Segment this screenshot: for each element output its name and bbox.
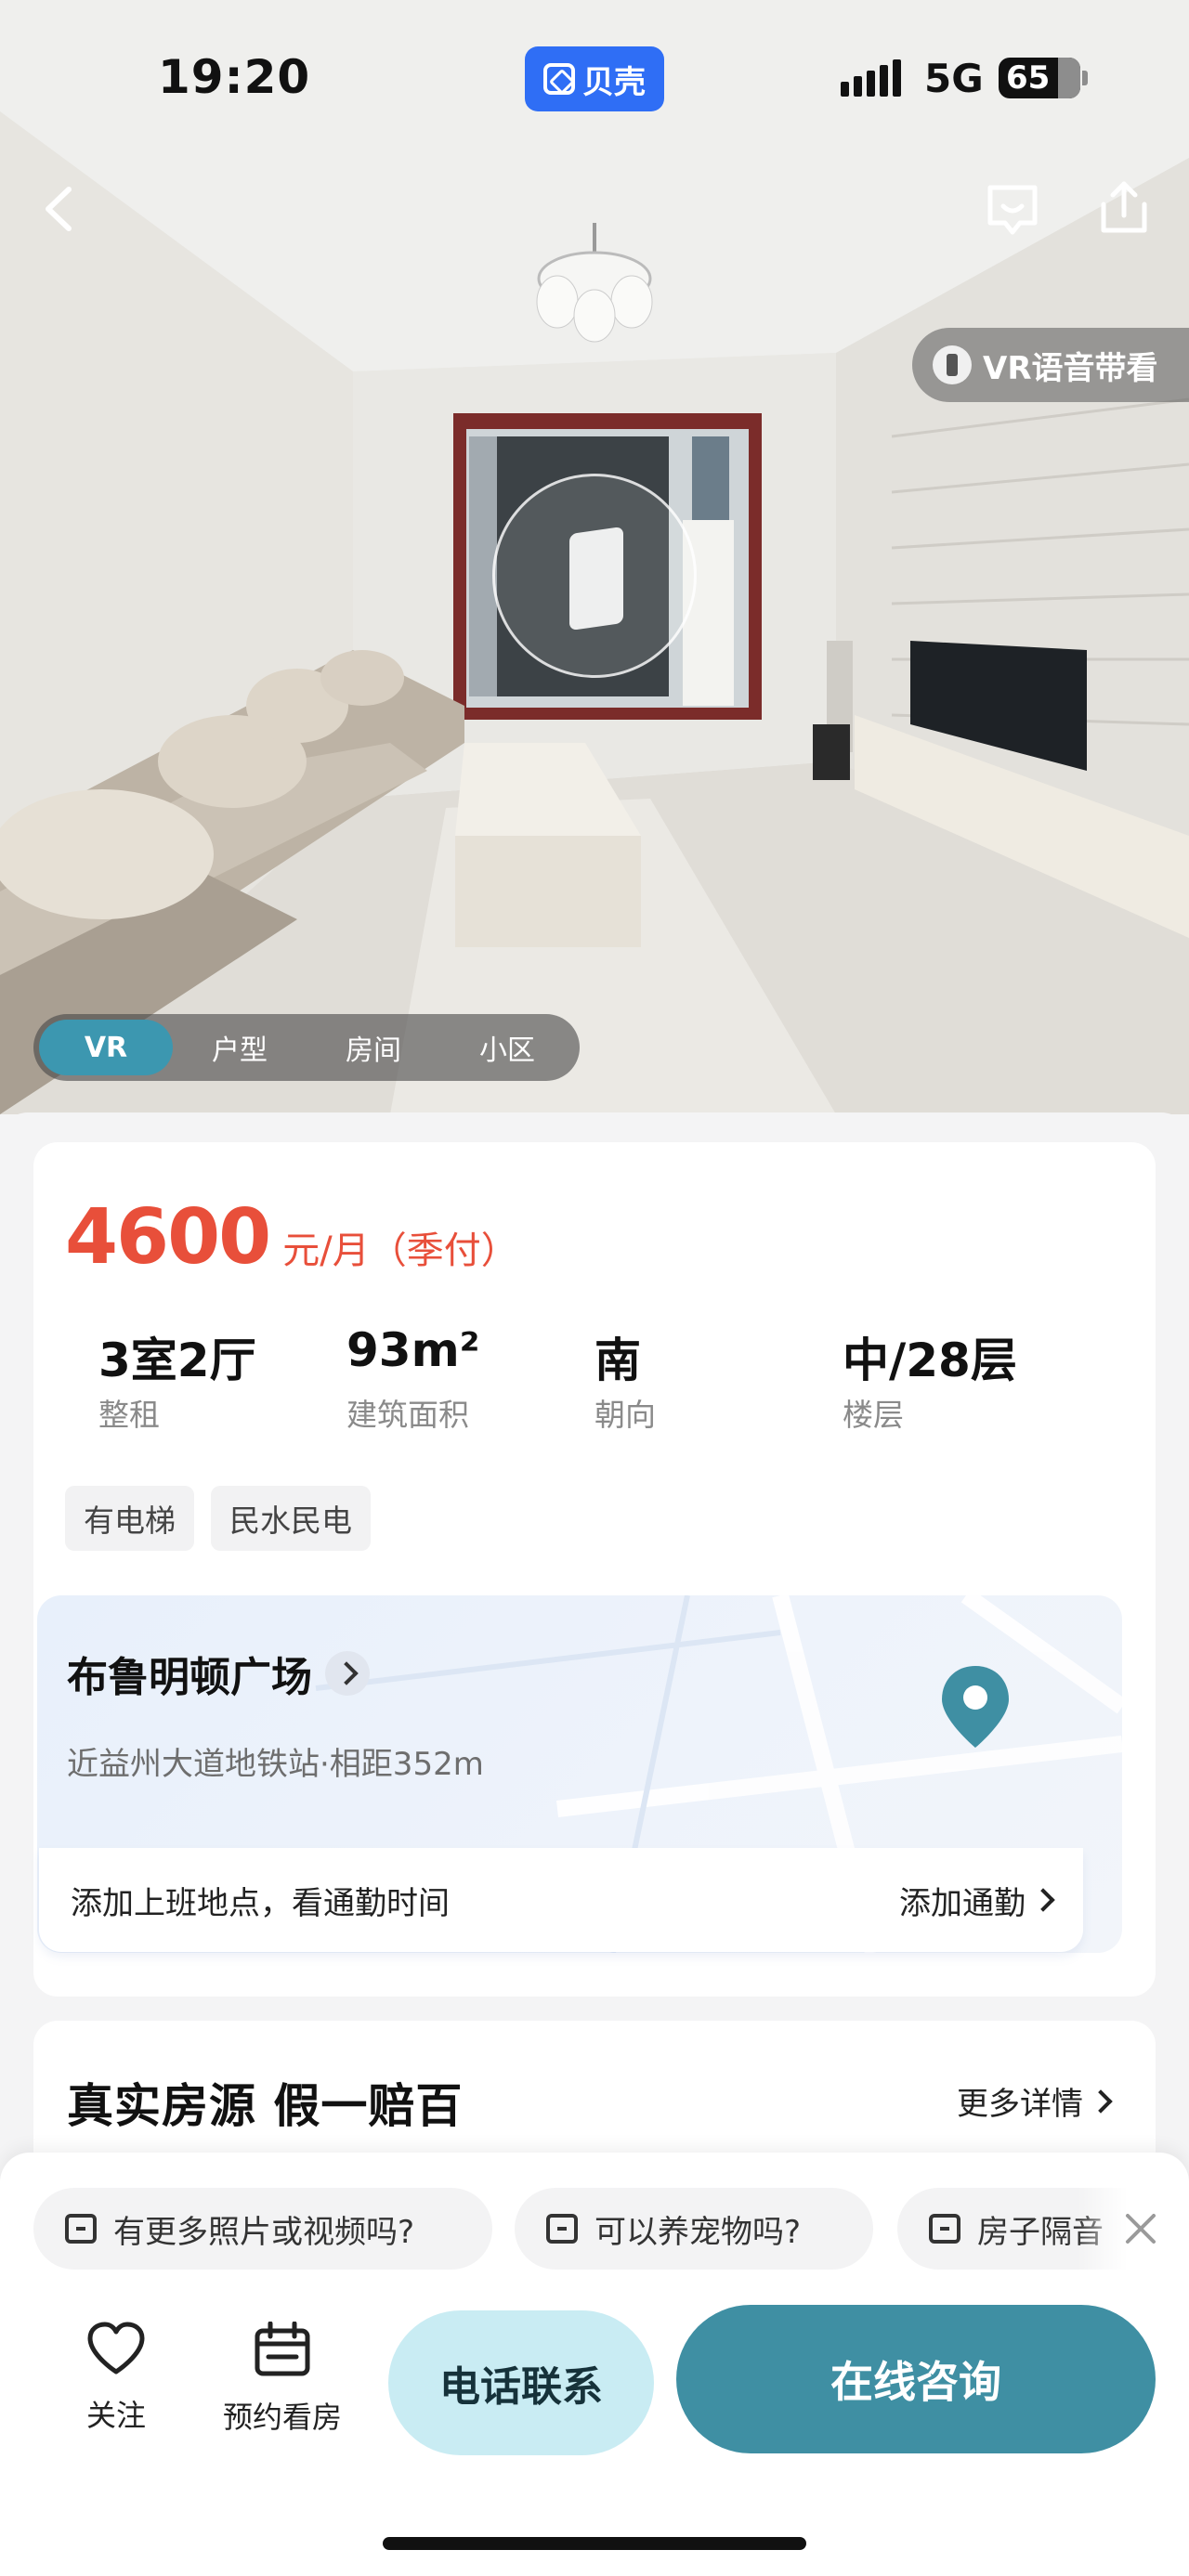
quick-question-chips: 有更多照片或视频吗? 可以养宠物吗? 房子隔音 <box>33 2188 1189 2271</box>
vr-door-icon <box>569 526 623 631</box>
battery-icon: 65 <box>999 58 1080 98</box>
book-viewing-label: 预约看房 <box>222 2400 342 2435</box>
close-icon[interactable] <box>1122 2210 1159 2247</box>
stat-orientation: 南 朝向 <box>594 1323 843 1435</box>
clock: 19:20 <box>158 50 311 104</box>
more-details-label: 更多详情 <box>957 2086 1083 2123</box>
chevron-right-icon <box>325 1651 370 1696</box>
home-indicator <box>383 2537 806 2550</box>
question-text: 有更多照片或视频吗? <box>113 2213 415 2251</box>
stat-label: 整租 <box>98 1397 160 1433</box>
back-arrow-icon[interactable] <box>28 176 93 241</box>
vr-voice-guide-button[interactable]: VR语音带看 <box>912 328 1189 402</box>
chevron-right-icon <box>1031 1888 1055 1912</box>
tab-floorplan[interactable]: 户型 <box>173 1020 307 1075</box>
stat-area: 93m² 建筑面积 <box>346 1323 594 1435</box>
status-bar: 19:20 贝壳 5G 65 <box>0 37 1189 121</box>
message-icon <box>546 2214 578 2244</box>
more-details-link[interactable]: 更多详情 <box>957 2078 1113 2124</box>
message-icon <box>65 2214 97 2244</box>
beike-logo-icon <box>543 63 575 95</box>
share-icon[interactable] <box>1094 176 1154 238</box>
price: 4600 元/月（季付） <box>65 1193 518 1281</box>
heart-icon <box>87 2322 145 2374</box>
vr-photo-hero[interactable]: 19:20 贝壳 5G 65 VR语音带看 VR 户型 房间 小区 <box>0 0 1189 1114</box>
add-commute-label: 添加通勤 <box>899 1884 1026 1922</box>
price-unit: 元/月（季付） <box>282 1229 518 1272</box>
vr-guide-label: VR语音带看 <box>983 349 1158 387</box>
stat-layout: 3室2厅 整租 <box>98 1323 346 1435</box>
feature-tags: 有电梯 民水民电 <box>65 1486 371 1551</box>
tab-community[interactable]: 小区 <box>440 1020 574 1075</box>
question-chip[interactable]: 可以养宠物吗? <box>515 2188 873 2270</box>
map-pin-icon <box>942 1666 1009 1748</box>
online-consult-button[interactable]: 在线咨询 <box>676 2305 1156 2453</box>
follow-button[interactable]: 关注 <box>65 2322 167 2435</box>
stat-value: 中/28层 <box>843 1334 1017 1387</box>
brand-name: 贝壳 <box>582 63 646 101</box>
media-tabs: VR 户型 房间 小区 <box>33 1014 580 1081</box>
stat-value: 南 <box>594 1334 641 1387</box>
vr-enter-button[interactable] <box>492 474 697 678</box>
stat-floor: 中/28层 楼层 <box>843 1323 1091 1435</box>
community-link[interactable]: 布鲁明顿广场 <box>67 1644 370 1703</box>
tag-utilities: 民水民电 <box>211 1486 371 1551</box>
commute-prompt: 添加上班地点，看通勤时间 <box>71 1884 450 1922</box>
phone-contact-button[interactable]: 电话联系 <box>388 2310 654 2455</box>
stat-label: 楼层 <box>843 1397 904 1433</box>
question-text: 可以养宠物吗? <box>594 2213 802 2251</box>
chevron-right-icon <box>1089 2088 1113 2114</box>
tab-vr[interactable]: VR <box>39 1020 173 1075</box>
network-type: 5G <box>924 56 984 101</box>
chat-icon[interactable] <box>983 178 1042 238</box>
book-viewing-button[interactable]: 预约看房 <box>216 2321 349 2437</box>
calendar-icon <box>255 2321 310 2376</box>
message-icon <box>929 2214 960 2244</box>
subway-distance: 近益州大道地铁站·相距352m <box>67 1746 484 1783</box>
commute-row[interactable]: 添加上班地点，看通勤时间 添加通勤 <box>39 1848 1083 1952</box>
question-chip[interactable]: 有更多照片或视频吗? <box>33 2188 492 2270</box>
vr-guide-icon <box>933 345 972 384</box>
brand-pill: 贝壳 <box>525 46 664 111</box>
price-value: 4600 <box>65 1193 271 1281</box>
listing-stats: 3室2厅 整租 93m² 建筑面积 南 朝向 中/28层 楼层 <box>98 1323 1120 1435</box>
tab-rooms[interactable]: 房间 <box>307 1020 440 1075</box>
community-name: 布鲁明顿广场 <box>67 1654 312 1701</box>
follow-label: 关注 <box>85 2398 146 2433</box>
guarantee-title: 真实房源 假一赔百 <box>67 2079 464 2133</box>
signal-icon <box>841 59 901 97</box>
stat-label: 朝向 <box>594 1397 656 1433</box>
stat-label: 建筑面积 <box>346 1397 469 1433</box>
stat-value: 93m² <box>346 1323 480 1377</box>
stat-value: 3室2厅 <box>98 1334 256 1387</box>
tag-elevator: 有电梯 <box>65 1486 194 1551</box>
battery-level: 65 <box>1006 59 1051 97</box>
add-commute-button[interactable]: 添加通勤 <box>899 1878 1055 1923</box>
